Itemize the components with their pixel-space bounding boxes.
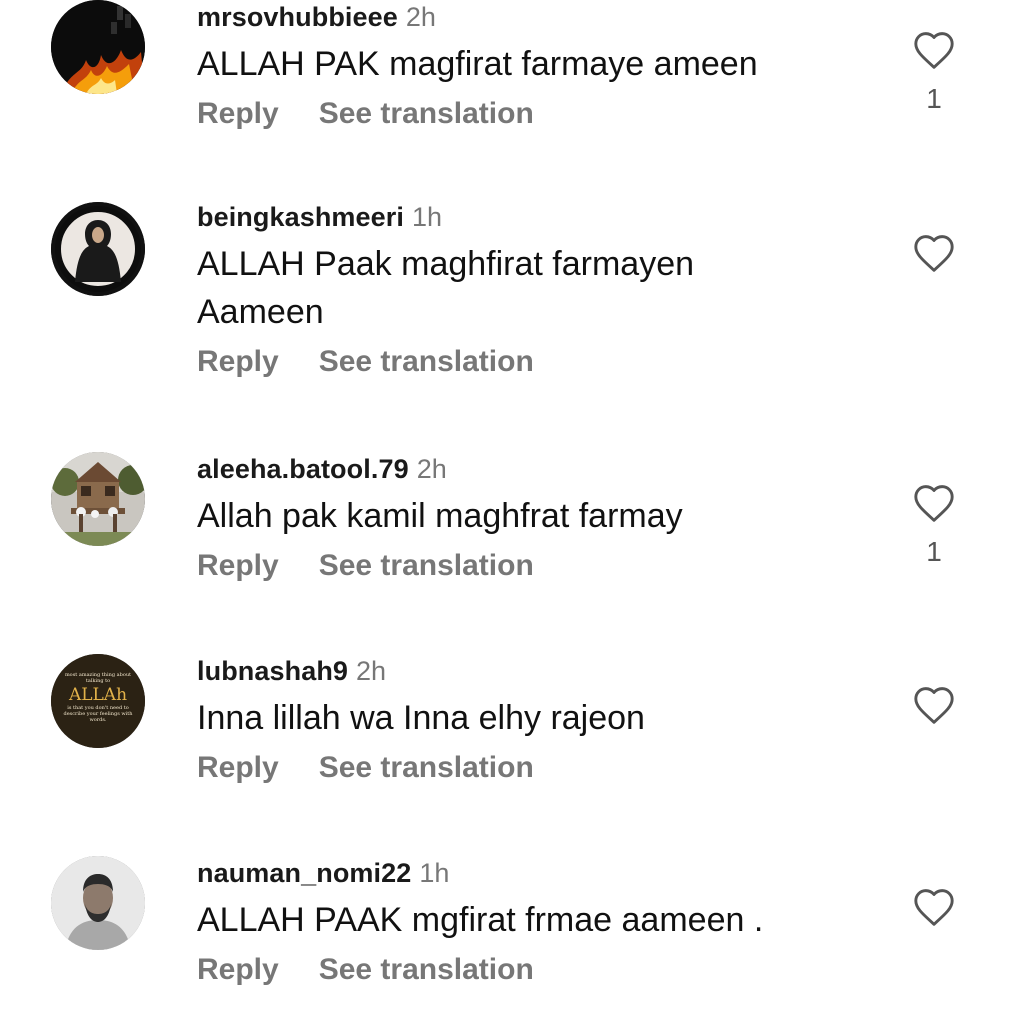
like-count: 1 bbox=[926, 536, 942, 567]
svg-text:words.: words. bbox=[89, 717, 106, 723]
timestamp: 2h bbox=[416, 454, 447, 484]
heart-outline-icon[interactable] bbox=[912, 233, 956, 273]
man-portrait-avatar-image bbox=[51, 856, 145, 950]
comment-text: Allah pak kamil maghfrat farmay bbox=[197, 497, 683, 535]
reply-button[interactable]: Reply bbox=[197, 751, 279, 784]
timestamp: 1h bbox=[419, 858, 450, 888]
reply-button[interactable]: Reply bbox=[197, 345, 279, 378]
see-translation-button[interactable]: See translation bbox=[319, 345, 534, 378]
avatar[interactable]: most amazing thing about talking to ALLA… bbox=[51, 654, 145, 748]
avatar[interactable] bbox=[51, 202, 145, 296]
comment-text: ALLAH Paak maghfirat farmayen Aameen bbox=[197, 245, 695, 331]
see-translation-button[interactable]: See translation bbox=[319, 751, 534, 784]
username[interactable]: beingkashmeeri bbox=[197, 202, 404, 232]
treehouse-avatar-image bbox=[51, 452, 145, 546]
timestamp: 2h bbox=[356, 656, 387, 686]
username[interactable]: aleeha.batool.79 bbox=[197, 454, 409, 484]
avatar[interactable] bbox=[51, 452, 145, 546]
comment-text: ALLAH PAK magfirat farmaye ameen bbox=[197, 45, 758, 83]
heart-outline-icon[interactable] bbox=[912, 483, 956, 523]
fire-dark-avatar-image bbox=[51, 0, 145, 94]
reply-button[interactable]: Reply bbox=[197, 97, 279, 130]
timestamp: 1h bbox=[412, 202, 443, 232]
hooded-person-avatar-image bbox=[51, 202, 145, 296]
avatar[interactable] bbox=[51, 856, 145, 950]
username[interactable]: nauman_nomi22 bbox=[197, 858, 411, 888]
username[interactable]: lubnashah9 bbox=[197, 656, 348, 686]
allah-quote-avatar-image: most amazing thing about talking to ALLA… bbox=[51, 654, 145, 748]
svg-text:talking to: talking to bbox=[86, 678, 110, 684]
see-translation-button[interactable]: See translation bbox=[319, 97, 534, 130]
heart-outline-icon[interactable] bbox=[912, 30, 956, 70]
heart-outline-icon[interactable] bbox=[912, 887, 956, 927]
heart-outline-icon[interactable] bbox=[912, 685, 956, 725]
see-translation-button[interactable]: See translation bbox=[319, 953, 534, 986]
comment-text: ALLAH PAAK mgfirat frmae aameen . bbox=[197, 901, 764, 939]
avatar[interactable] bbox=[51, 0, 145, 94]
like-count: 1 bbox=[926, 83, 942, 114]
reply-button[interactable]: Reply bbox=[197, 549, 279, 582]
timestamp: 2h bbox=[405, 2, 436, 32]
svg-text:ALLAh: ALLAh bbox=[68, 685, 127, 705]
reply-button[interactable]: Reply bbox=[197, 953, 279, 986]
see-translation-button[interactable]: See translation bbox=[319, 549, 534, 582]
comment-text: Inna lillah wa Inna elhy rajeon bbox=[197, 699, 645, 737]
username[interactable]: mrsovhubbieee bbox=[197, 2, 398, 32]
